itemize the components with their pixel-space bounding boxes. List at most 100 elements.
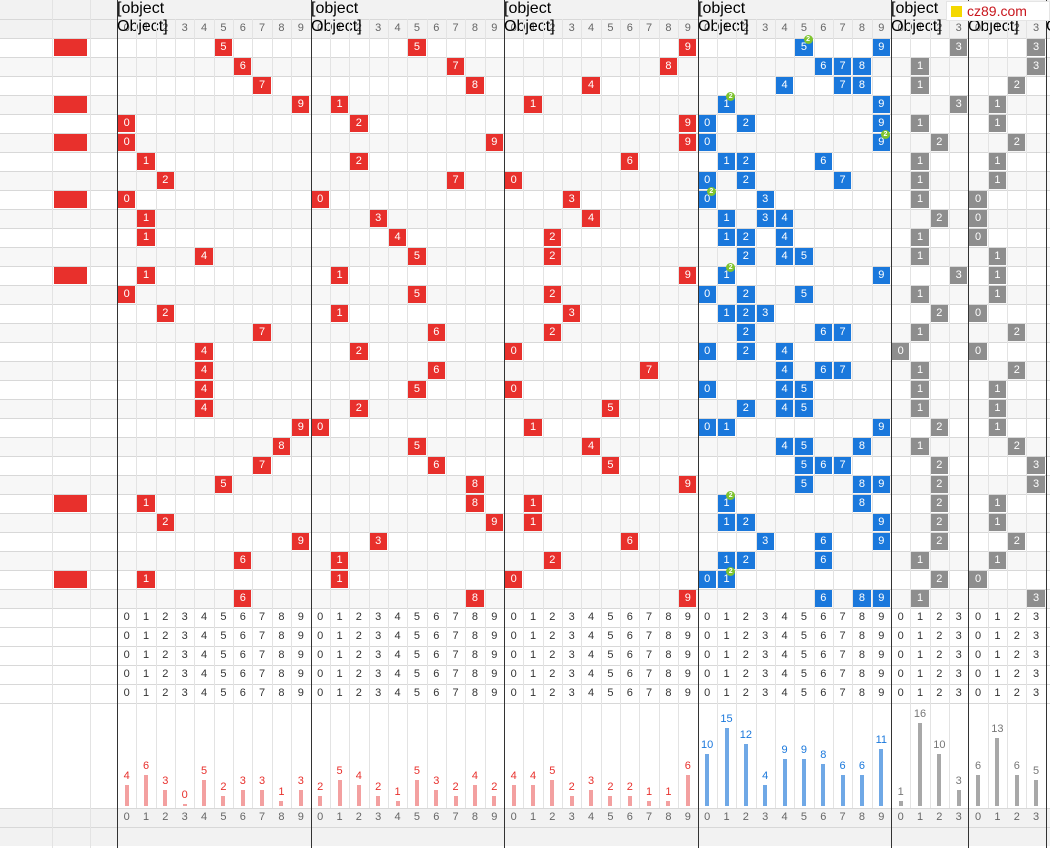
marker-digit[interactable]: 4 [194,684,213,703]
marker-digit[interactable]: 8 [852,646,871,665]
marker-digit[interactable]: 3 [949,684,968,703]
marker-digit[interactable]: 0 [117,627,136,646]
marker-digit[interactable]: 7 [446,665,465,684]
marker-digit[interactable]: 0 [891,627,910,646]
marker-digit[interactable]: 4 [775,627,794,646]
marker-digit[interactable]: 0 [968,646,987,665]
marker-digit[interactable]: 1 [330,665,349,684]
marker-digit[interactable]: 2 [543,665,562,684]
marker-digit[interactable]: 0 [891,646,910,665]
marker-digit[interactable]: 3 [175,646,194,665]
marker-digit[interactable]: 5 [407,608,426,627]
marker-digit[interactable]: 1 [988,684,1007,703]
marker-digit[interactable]: 4 [194,627,213,646]
marker-digit[interactable]: 3 [369,627,388,646]
marker-digit[interactable]: 4 [194,665,213,684]
marker-digit[interactable]: 0 [968,608,987,627]
marker-digit[interactable]: 5 [214,665,233,684]
marker-digit[interactable]: 9 [678,646,697,665]
marker-digit[interactable]: 5 [794,684,813,703]
marker-digit[interactable]: 2 [1007,665,1026,684]
marker-digit[interactable]: 5 [601,665,620,684]
marker-digit[interactable]: 1 [136,627,155,646]
marker-digit[interactable]: 0 [504,627,523,646]
marker-digit[interactable]: 2 [156,684,175,703]
marker-digit[interactable]: 0 [891,608,910,627]
marker-digit[interactable]: 3 [562,608,581,627]
marker-digit[interactable]: 6 [427,627,446,646]
marker-digit[interactable]: 3 [756,665,775,684]
marker-digit[interactable]: 2 [349,646,368,665]
marker-digit[interactable]: 1 [330,684,349,703]
marker-digit[interactable]: 4 [581,684,600,703]
marker-digit[interactable]: 1 [988,665,1007,684]
marker-digit[interactable]: 9 [678,665,697,684]
marker-digit[interactable]: 8 [272,646,291,665]
marker-digit[interactable]: 9 [291,665,310,684]
marker-digit[interactable]: 1 [910,608,929,627]
marker-digit[interactable]: 2 [736,646,755,665]
marker-digit[interactable]: 7 [639,608,658,627]
marker-digit[interactable]: 9 [485,684,504,703]
marker-digit[interactable]: 8 [465,665,484,684]
marker-digit[interactable]: 2 [543,684,562,703]
marker-digit[interactable]: 2 [1007,646,1026,665]
marker-digit[interactable]: 1 [136,665,155,684]
marker-digit[interactable]: 7 [252,627,271,646]
marker-digit[interactable]: 4 [775,608,794,627]
marker-digit[interactable]: 6 [233,608,252,627]
marker-digit[interactable]: 1 [523,608,542,627]
marker-digit[interactable]: 3 [949,627,968,646]
marker-digit[interactable]: 9 [485,608,504,627]
marker-digit[interactable]: 1 [136,684,155,703]
marker-digit[interactable]: 8 [272,608,291,627]
marker-digit[interactable]: 4 [581,608,600,627]
marker-digit[interactable]: 4 [194,608,213,627]
marker-digit[interactable]: 1 [330,627,349,646]
marker-digit[interactable]: 0 [117,684,136,703]
marker-digit[interactable]: 9 [678,608,697,627]
marker-digit[interactable]: 0 [117,665,136,684]
marker-digit[interactable]: 6 [233,665,252,684]
marker-digit[interactable]: 3 [175,665,194,684]
marker-digit[interactable]: 1 [717,627,736,646]
marker-digit[interactable]: 6 [620,665,639,684]
marker-digit[interactable]: 7 [833,646,852,665]
marker-digit[interactable]: 2 [543,627,562,646]
marker-digit[interactable]: 4 [388,665,407,684]
marker-digit[interactable]: 5 [214,608,233,627]
marker-digit[interactable]: 1 [523,684,542,703]
marker-digit[interactable]: 9 [872,665,891,684]
marker-digit[interactable]: 8 [465,646,484,665]
marker-digit[interactable]: 0 [504,646,523,665]
marker-digit[interactable]: 0 [891,665,910,684]
marker-digit[interactable]: 1 [988,627,1007,646]
marker-digit[interactable]: 5 [601,646,620,665]
marker-digit[interactable]: 0 [968,665,987,684]
marker-digit[interactable]: 3 [1026,608,1045,627]
marker-digit[interactable]: 9 [872,627,891,646]
marker-digit[interactable]: 8 [659,627,678,646]
marker-digit[interactable]: 3 [756,646,775,665]
marker-digit[interactable]: 6 [427,684,446,703]
marker-digit[interactable]: 2 [736,684,755,703]
marker-digit[interactable]: 6 [620,608,639,627]
marker-digit[interactable]: 8 [272,684,291,703]
marker-digit[interactable]: 5 [601,627,620,646]
marker-digit[interactable]: 6 [814,684,833,703]
marker-digit[interactable]: 8 [852,684,871,703]
marker-digit[interactable]: 2 [349,608,368,627]
marker-digit[interactable]: 3 [175,627,194,646]
marker-digit[interactable]: 9 [872,646,891,665]
marker-digit[interactable]: 3 [1026,627,1045,646]
site-logo[interactable]: cz89.com [946,1,1050,21]
marker-digit[interactable]: 1 [910,665,929,684]
marker-digit[interactable]: 3 [1026,646,1045,665]
marker-digit[interactable]: 7 [639,627,658,646]
marker-digit[interactable]: 1 [523,646,542,665]
marker-digit[interactable]: 9 [291,646,310,665]
marker-digit[interactable]: 6 [427,608,446,627]
marker-digit[interactable]: 3 [949,646,968,665]
marker-digit[interactable]: 9 [485,665,504,684]
marker-digit[interactable]: 3 [1026,665,1045,684]
